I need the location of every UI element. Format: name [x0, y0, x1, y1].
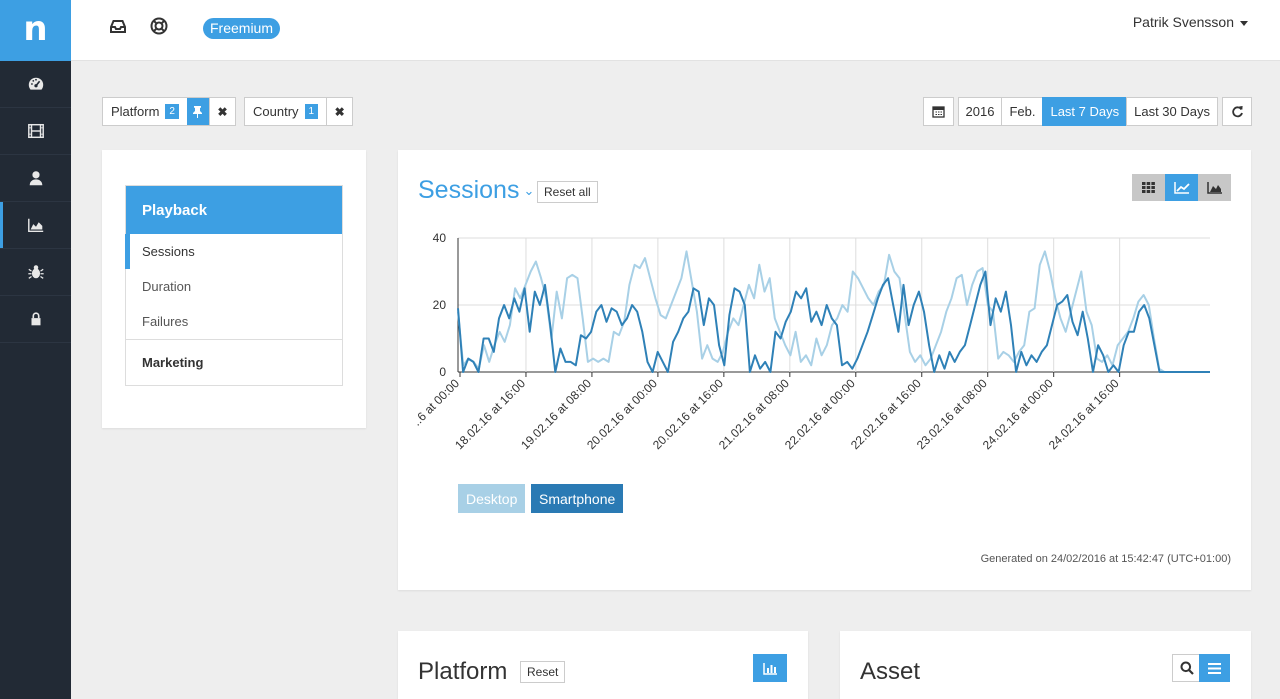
menu-item-failures[interactable]: Failures — [126, 304, 342, 339]
remove-filter-button[interactable]: ✖ — [208, 98, 235, 125]
legend-smartphone[interactable]: Smartphone — [531, 484, 624, 513]
close-icon: ✖ — [334, 104, 345, 119]
x-tick-label: 20.02.16 at 00:00 — [584, 376, 660, 452]
user-name: Patrik Svensson — [1132, 14, 1234, 30]
chart-view-toggle — [1132, 174, 1231, 201]
sidebar: n — [0, 0, 71, 699]
menu-item-duration[interactable]: Duration — [126, 269, 342, 304]
nav-users[interactable] — [0, 155, 71, 202]
user-icon — [29, 171, 42, 186]
generated-timestamp: Generated on 24/02/2016 at 15:42:47 (UTC… — [980, 553, 1231, 565]
filter-count-badge: 1 — [304, 104, 319, 119]
menu-section-marketing[interactable]: Marketing — [126, 339, 342, 385]
logo-letter: n — [23, 8, 48, 49]
nav-analytics[interactable] — [0, 202, 71, 249]
x-tick-label: ..6 at 00:00 — [410, 376, 463, 429]
bug-icon — [27, 265, 44, 279]
film-icon — [27, 123, 44, 139]
x-tick-label: 22.02.16 at 16:00 — [848, 376, 924, 452]
calendar-button[interactable] — [922, 97, 954, 126]
refresh-button[interactable] — [1222, 97, 1252, 126]
y-tick-label: 20 — [433, 298, 447, 312]
support-lifebuoy-icon[interactable] — [149, 16, 169, 36]
calendar-icon — [931, 106, 945, 118]
grid-icon — [1142, 182, 1155, 193]
nav-debug[interactable] — [0, 249, 71, 296]
sessions-line-chart: 0 20 40 ..6 at 00:0018.02.16 at 16:0019.02.… — [410, 231, 1210, 452]
asset-search-button[interactable] — [1172, 654, 1201, 682]
x-tick-label: 22.02.16 at 00:00 — [782, 376, 858, 452]
year-button[interactable]: 2016 — [957, 97, 1003, 126]
pin-button[interactable] — [186, 98, 209, 125]
y-tick-label: 40 — [433, 231, 447, 245]
x-tick-label: 24.02.16 at 00:00 — [980, 376, 1056, 452]
filter-platform[interactable]: Platform 2 ✖ — [102, 97, 236, 126]
sessions-title-text: Sessions — [418, 176, 520, 204]
remove-filter-button[interactable]: ✖ — [326, 98, 352, 125]
x-tick-label: 24.02.16 at 16:00 — [1046, 376, 1122, 452]
inbox-icon[interactable] — [108, 16, 128, 36]
nav-dashboard[interactable] — [0, 61, 71, 108]
legend-desktop[interactable]: Desktop — [458, 484, 526, 513]
platform-title: Platform — [418, 658, 508, 685]
area-chart-icon — [1206, 182, 1222, 194]
plan-badge[interactable]: Freemium — [203, 18, 281, 39]
close-icon: ✖ — [217, 104, 228, 119]
reset-all-button[interactable]: Reset all — [537, 181, 598, 203]
date-range-bar: 2016 Feb. Last 7 Days Last 30 Days — [922, 97, 1252, 126]
line-chart-icon — [1173, 182, 1190, 194]
list-icon — [1208, 662, 1221, 674]
month-button[interactable]: Feb. — [1001, 97, 1044, 126]
pin-icon — [193, 106, 203, 118]
filter-country[interactable]: Country 1 ✖ — [244, 97, 354, 126]
search-icon — [1180, 661, 1194, 675]
grid-view-button[interactable] — [1132, 174, 1165, 201]
chevron-down-icon: ⌄ — [523, 183, 535, 199]
top-bar: Freemium Patrik Svensson — [71, 0, 1280, 61]
platform-chart-button[interactable] — [753, 654, 787, 682]
filter-count-badge: 2 — [165, 104, 179, 119]
refresh-icon — [1231, 106, 1243, 118]
app-logo[interactable]: n — [0, 0, 71, 61]
platform-reset-button[interactable]: Reset — [520, 661, 566, 683]
area-chart-icon — [27, 218, 43, 233]
dashboard-icon — [28, 77, 43, 90]
nav-security[interactable] — [0, 296, 71, 343]
x-tick-label: 20.02.16 at 16:00 — [650, 376, 726, 452]
x-tick-label: 18.02.16 at 16:00 — [452, 376, 528, 452]
caret-down-icon — [1240, 20, 1248, 26]
x-tick-label: 23.02.16 at 08:00 — [914, 376, 990, 452]
y-tick-label: 0 — [439, 365, 446, 379]
asset-title: Asset — [860, 658, 921, 685]
range-last-30-days[interactable]: Last 30 Days — [1126, 97, 1218, 126]
lock-icon — [31, 312, 40, 326]
filter-label: Country — [253, 104, 299, 119]
sessions-title[interactable]: Sessions ⌄ — [418, 176, 534, 205]
asset-list-button[interactable] — [1199, 654, 1230, 682]
x-tick-label: 21.02.16 at 08:00 — [716, 376, 792, 452]
area-view-button[interactable] — [1198, 174, 1231, 201]
x-tick-label: 19.02.16 at 08:00 — [518, 376, 594, 452]
filter-label: Platform — [111, 104, 160, 119]
analytics-menu: Playback Sessions Duration Failures Mark… — [125, 185, 343, 386]
menu-header[interactable]: Playback — [126, 186, 342, 234]
line-view-button[interactable] — [1165, 174, 1198, 201]
bar-chart-icon — [762, 662, 777, 675]
range-last-7-days[interactable]: Last 7 Days — [1042, 97, 1128, 126]
user-menu[interactable]: Patrik Svensson — [1133, 14, 1248, 30]
menu-item-sessions[interactable]: Sessions — [125, 234, 342, 269]
nav-assets[interactable] — [0, 108, 71, 155]
